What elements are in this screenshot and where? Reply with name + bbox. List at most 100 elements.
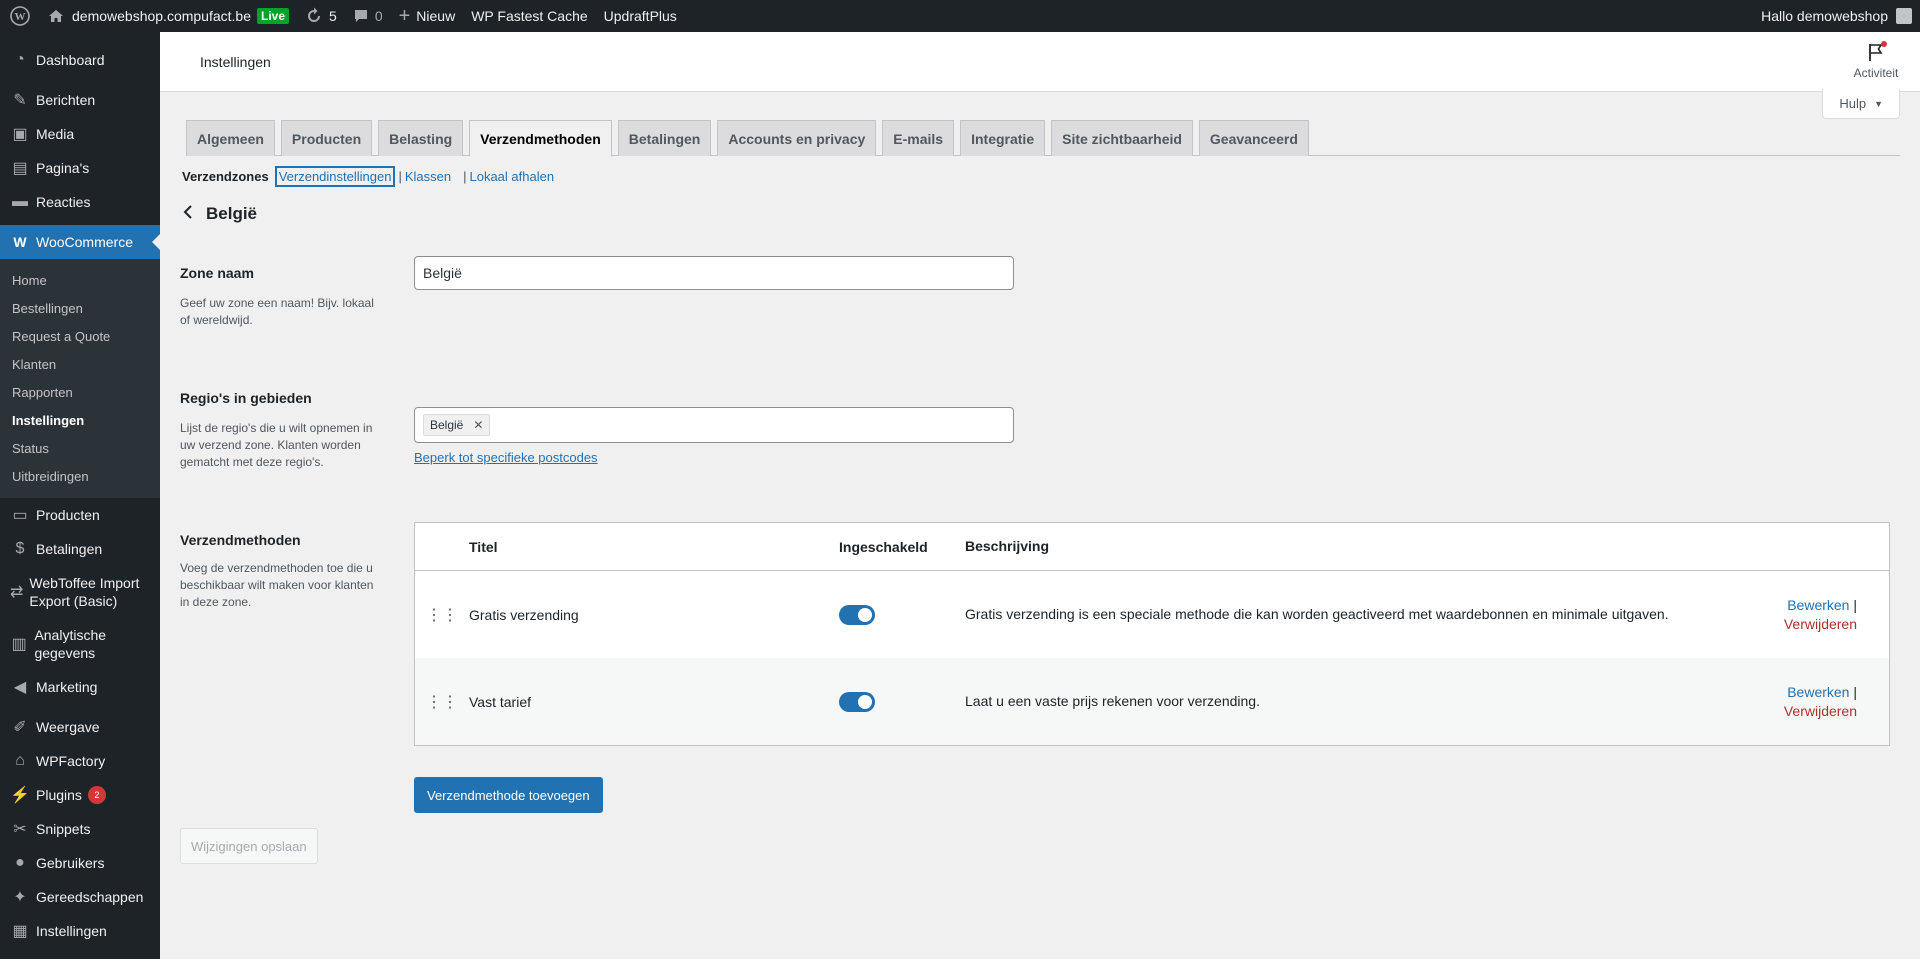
help-tab[interactable]: Hulp ▼ xyxy=(1822,89,1900,119)
money-icon: $ xyxy=(15,540,25,557)
remove-tag-icon[interactable]: ✕ xyxy=(473,418,483,432)
admin-bar: W demowebshop.compufact.be Live 5 0 + Ni… xyxy=(0,0,1920,32)
column-header-titel: Titel xyxy=(469,538,498,555)
sidebar-item-betalingen[interactable]: $ Betalingen xyxy=(0,532,160,566)
activity-label: Activiteit xyxy=(1853,66,1899,80)
tab-integratie[interactable]: Integratie xyxy=(960,120,1046,156)
sidebar-item-label: Berichten xyxy=(36,92,96,108)
sidebar-item-weergave[interactable]: ✐ Weergave xyxy=(0,710,160,744)
enabled-toggle[interactable] xyxy=(839,691,875,712)
updraftplus-link[interactable]: UpdraftPlus xyxy=(596,0,685,32)
tab-belasting[interactable]: Belasting xyxy=(378,120,464,156)
wc-header: Instellingen Activiteit xyxy=(160,32,1920,92)
chevron-left-icon[interactable] xyxy=(182,204,198,224)
zone-title: België xyxy=(206,204,258,223)
limit-postcodes-link[interactable]: Beperk tot specifieke postcodes xyxy=(414,450,598,465)
drag-handle-icon[interactable]: ⋮⋮ xyxy=(415,605,469,625)
sidebar-item-dashboard[interactable]: ◔ Dashboard xyxy=(0,43,160,77)
wp-fastest-cache-link[interactable]: WP Fastest Cache xyxy=(463,0,595,32)
woocommerce-icon: W xyxy=(13,234,27,250)
sidebar-item-instellingen[interactable]: ▦ Instellingen xyxy=(0,914,160,948)
shipping-methods-table: Titel Ingeschakeld Beschrijving ⋮⋮ Grati… xyxy=(414,522,1890,746)
column-header-ingeschakeld: Ingeschakeld xyxy=(839,538,928,555)
edit-link[interactable]: Bewerken xyxy=(1787,684,1849,700)
subnav-verzendinstellingen[interactable]: Verzendinstellingen xyxy=(274,166,396,187)
sidebar-item-media[interactable]: ▣ Media xyxy=(0,117,160,151)
my-account[interactable]: Hallo demowebshop xyxy=(1761,8,1920,24)
sidebar-item-gereedschappen[interactable]: ✦ Gereedschappen xyxy=(0,880,160,914)
delete-link[interactable]: Verwijderen xyxy=(1784,703,1857,719)
shipping-subnav: Verzendzones Verzendinstellingen | Klass… xyxy=(182,166,554,187)
submenu-item-status[interactable]: Status xyxy=(0,434,160,462)
chart-bar-icon: ▥ xyxy=(11,636,27,653)
comment-icon xyxy=(354,10,367,22)
sidebar-item-plugins[interactable]: ⚡ Plugins 2 xyxy=(0,778,160,812)
save-changes-button[interactable]: Wijzigingen opslaan xyxy=(180,828,318,864)
sidebar-item-label: Instellingen xyxy=(36,923,107,939)
plugins-update-badge: 2 xyxy=(87,786,106,804)
table-row: ⋮⋮ Vast tarief Laat u een vaste prijs re… xyxy=(415,658,1889,745)
sidebar-item-analytische[interactable]: ▥ Analytische gegevens xyxy=(0,618,160,670)
sidebar-item-label: Betalingen xyxy=(36,541,103,557)
paintbrush-icon: ✐ xyxy=(13,719,27,736)
subnav-klassen[interactable]: Klassen xyxy=(405,169,451,184)
sidebar-item-label: Gereedschappen xyxy=(36,889,144,905)
delete-link[interactable]: Verwijderen xyxy=(1784,616,1857,632)
tab-algemeen[interactable]: Algemeen xyxy=(186,120,275,156)
sidebar-item-berichten[interactable]: ✎ Berichten xyxy=(0,83,160,117)
method-title: Gratis verzending xyxy=(469,606,579,623)
sidebar-item-snippets[interactable]: ✂ Snippets xyxy=(0,812,160,846)
sidebar-item-marketing[interactable]: ◀ Marketing xyxy=(0,670,160,704)
updates-link[interactable]: 5 xyxy=(297,0,345,32)
submenu-item-bestellingen[interactable]: Bestellingen xyxy=(0,294,160,322)
sidebar-item-wpfactory[interactable]: ⌂ WPFactory xyxy=(0,744,160,778)
sidebar-item-woocommerce[interactable]: W WooCommerce xyxy=(0,225,160,259)
submenu-item-request-a-quote[interactable]: Request a Quote xyxy=(0,322,160,350)
import-export-icon: ⇄ xyxy=(10,584,24,601)
regions-select[interactable]: België ✕ xyxy=(414,407,1014,443)
submenu-item-klanten[interactable]: Klanten xyxy=(0,350,160,378)
pin-icon: ✎ xyxy=(13,92,27,109)
archive-icon: ▭ xyxy=(12,507,28,524)
tab-betalingen[interactable]: Betalingen xyxy=(617,120,712,156)
new-content-link[interactable]: + Nieuw xyxy=(391,0,464,32)
sidebar-item-webtoffee[interactable]: ⇄ WebToffee Import Export (Basic) xyxy=(0,566,160,618)
subnav-lokaal-afhalen[interactable]: Lokaal afhalen xyxy=(469,169,554,184)
site-name-link[interactable]: demowebshop.compufact.be Live xyxy=(40,0,297,32)
submenu-item-rapporten[interactable]: Rapporten xyxy=(0,378,160,406)
tab-accounts-en-privacy[interactable]: Accounts en privacy xyxy=(717,120,877,156)
activity-button[interactable]: Activiteit xyxy=(1848,41,1904,80)
edit-link[interactable]: Bewerken xyxy=(1787,597,1849,613)
tab-geavanceerd[interactable]: Geavanceerd xyxy=(1198,120,1309,156)
tab-e-mails[interactable]: E-mails xyxy=(882,120,955,156)
settings-tabs: Algemeen Producten Belasting Verzendmeth… xyxy=(186,120,1900,157)
methods-label: Verzendmethoden xyxy=(180,532,301,548)
regions-description: Lijst de regio's die u wilt opnemen in u… xyxy=(180,421,373,469)
sidebar-item-reacties[interactable]: ▬ Reacties xyxy=(0,185,160,219)
submenu-item-home[interactable]: Home xyxy=(0,266,160,294)
dashboard-icon: ◔ xyxy=(15,51,25,68)
home-icon xyxy=(49,10,63,22)
tab-site-zichtbaarheid[interactable]: Site zichtbaarheid xyxy=(1051,120,1193,156)
wordpress-logo-icon[interactable]: W xyxy=(0,0,40,32)
sidebar-item-label: Marketing xyxy=(36,679,98,695)
sidebar-item-paginas[interactable]: ▤ Pagina's xyxy=(0,151,160,185)
subnav-verzendzones[interactable]: Verzendzones xyxy=(182,169,269,184)
comments-count: 0 xyxy=(374,8,383,24)
sidebar-item-gebruikers[interactable]: ● Gebruikers xyxy=(0,846,160,880)
methods-description: Voeg de verzendmethoden toe die u beschi… xyxy=(180,561,374,609)
zone-name-input[interactable]: België xyxy=(414,256,1014,290)
enabled-toggle[interactable] xyxy=(839,604,875,625)
wrench-icon: ✦ xyxy=(13,889,27,906)
method-description: Gratis verzending is een speciale method… xyxy=(965,606,1669,622)
submenu-item-instellingen[interactable]: Instellingen xyxy=(0,406,160,434)
plugin-icon: ⚡ xyxy=(10,787,30,804)
tab-producten[interactable]: Producten xyxy=(280,120,373,156)
submenu-item-uitbreidingen[interactable]: Uitbreidingen xyxy=(0,462,160,490)
tab-verzendmethoden[interactable]: Verzendmethoden xyxy=(469,120,612,157)
drag-handle-icon[interactable]: ⋮⋮ xyxy=(415,692,469,712)
zone-heading: België xyxy=(182,204,257,224)
add-shipping-method-button[interactable]: Verzendmethode toevoegen xyxy=(414,777,603,813)
comments-link[interactable]: 0 xyxy=(345,0,391,32)
sidebar-item-producten[interactable]: ▭ Producten xyxy=(0,498,160,532)
